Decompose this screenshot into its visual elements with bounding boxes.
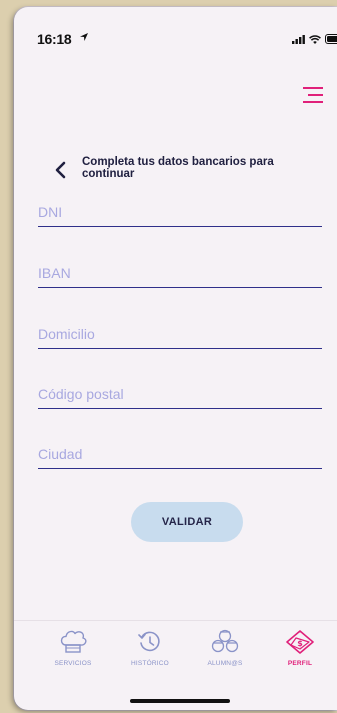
tab-perfil[interactable]: $ PERFIL	[265, 629, 335, 667]
tab-alumnos-label: ALUMN@S	[207, 660, 243, 667]
status-time: 16:18	[37, 31, 72, 47]
location-arrow-icon	[80, 33, 88, 41]
history-icon	[138, 631, 160, 652]
dni-field[interactable]: DNI	[38, 198, 322, 227]
tab-historico-label: HISTÓRICO	[131, 660, 169, 667]
address-field[interactable]: Domicilio	[38, 320, 322, 349]
bottom-tab-bar: SERVICIOS HISTÓRICO ALUMN@S $ PERFIL	[14, 620, 337, 710]
hamburger-menu-icon[interactable]	[303, 87, 323, 103]
phone-screen: 16:18 Completa tus datos bancarios para …	[14, 7, 337, 710]
svg-text:$: $	[297, 639, 303, 648]
iban-field[interactable]: IBAN	[38, 259, 322, 288]
tab-servicios[interactable]: SERVICIOS	[38, 629, 108, 667]
dni-placeholder: DNI	[38, 204, 63, 220]
tab-historico[interactable]: HISTÓRICO	[115, 629, 185, 667]
tab-alumnos[interactable]: ALUMN@S	[190, 629, 260, 667]
postal-code-field[interactable]: Código postal	[38, 380, 322, 409]
address-placeholder: Domicilio	[38, 326, 95, 342]
city-placeholder: Ciudad	[38, 446, 83, 462]
wifi-icon	[309, 34, 321, 44]
tab-perfil-label: PERFIL	[287, 660, 313, 667]
tab-servicios-label: SERVICIOS	[54, 660, 92, 667]
iban-placeholder: IBAN	[38, 265, 71, 281]
system-icons	[292, 34, 337, 44]
money-tag-icon: $	[286, 630, 314, 654]
form-prompt: Completa tus datos bancarios para contin…	[82, 156, 274, 180]
home-indicator	[130, 699, 230, 703]
battery-icon	[325, 34, 337, 44]
city-field[interactable]: Ciudad	[38, 440, 322, 469]
postal-code-placeholder: Código postal	[38, 386, 124, 402]
status-bar: 16:18	[14, 7, 337, 57]
signal-icon	[292, 34, 305, 44]
students-icon	[211, 629, 239, 653]
chevron-left-icon[interactable]	[54, 161, 68, 179]
chef-hat-icon	[60, 630, 87, 653]
validate-button[interactable]: VALIDAR	[131, 502, 243, 542]
